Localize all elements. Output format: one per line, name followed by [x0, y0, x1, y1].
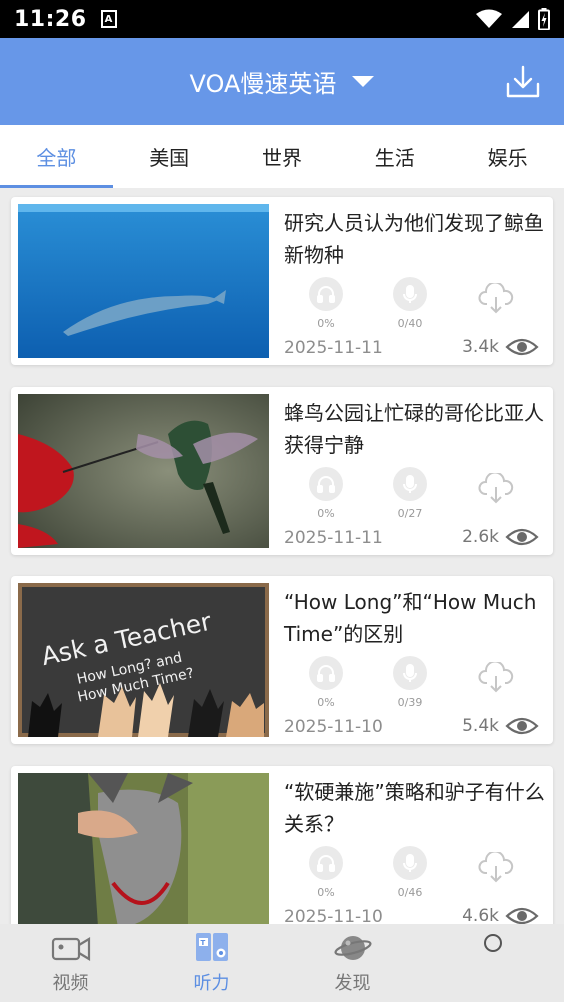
view-count-label: 4.6k: [462, 906, 499, 924]
article-card[interactable]: 研究人员认为他们发现了鲸鱼新物种 0% 0/40 2025-11-11 3.4k: [11, 197, 553, 365]
view-count: 2.6k: [462, 526, 539, 548]
nav-video[interactable]: 视频: [0, 924, 141, 1002]
article-title: “How Long”和“How Much Time”的区别: [284, 590, 537, 646]
signal-icon: [512, 11, 529, 28]
tab-world[interactable]: 世界: [226, 125, 339, 188]
eye-icon: [505, 528, 539, 546]
svg-text:T: T: [200, 939, 205, 947]
cloud-download-icon[interactable]: [478, 662, 514, 694]
tab-entertainment[interactable]: 娱乐: [451, 125, 564, 188]
article-date: 2025-11-11: [284, 338, 383, 358]
article-card[interactable]: “软硬兼施”策略和驴子有什么关系？ 0% 0/46 2025-11-10 4.6…: [11, 766, 553, 924]
article-thumbnail: [18, 394, 269, 548]
home-button-icon[interactable]: [484, 934, 502, 952]
app-header: VOA慢速英语: [0, 38, 564, 125]
category-tabs: 全部 美国 世界 生活 娱乐: [0, 125, 564, 188]
article-title: 研究人员认为他们发现了鲸鱼新物种: [284, 211, 544, 267]
article-date: 2025-11-11: [284, 528, 383, 548]
headphones-icon: [309, 277, 343, 311]
book-icon: T: [194, 931, 230, 965]
cloud-download-icon[interactable]: [478, 283, 514, 315]
view-count-label: 5.4k: [462, 716, 499, 736]
article-title: 蜂鸟公园让忙碌的哥伦比亚人获得宁静: [284, 401, 544, 457]
status-bar: 11:26 A: [0, 0, 564, 38]
word-progress-label: 0/39: [397, 696, 423, 709]
listen-progress: 0%: [296, 467, 356, 520]
status-time: 11:26: [14, 6, 87, 32]
listen-progress: 0%: [296, 277, 356, 330]
planet-icon: [333, 931, 372, 965]
listen-progress: 0%: [296, 656, 356, 709]
article-card[interactable]: 蜂鸟公园让忙碌的哥伦比亚人获得宁静 0% 0/27 2025-11-11 2.6…: [11, 387, 553, 555]
nav-listening[interactable]: T 听力: [141, 924, 282, 1002]
article-thumbnail: [18, 204, 269, 358]
article-thumbnail: [18, 773, 269, 924]
view-count-label: 2.6k: [462, 527, 499, 547]
view-count-label: 3.4k: [462, 337, 499, 357]
video-camera-icon: [51, 931, 91, 965]
cloud-download-icon[interactable]: [478, 852, 514, 884]
listen-progress: 0%: [296, 846, 356, 899]
channel-selector[interactable]: VOA慢速英语: [0, 38, 564, 125]
article-date: 2025-11-10: [284, 717, 383, 737]
bottom-navigation: 视频 T 听力 发现: [0, 924, 564, 1002]
view-count: 3.4k: [462, 336, 539, 358]
tab-usa[interactable]: 美国: [113, 125, 226, 188]
nav-discover[interactable]: 发现: [282, 924, 423, 1002]
nav-discover-label: 发现: [334, 973, 371, 994]
tab-all[interactable]: 全部: [0, 125, 113, 188]
wifi-icon: [476, 9, 502, 28]
listen-progress-label: 0%: [317, 886, 335, 899]
microphone-icon: [393, 277, 427, 311]
word-progress: 0/46: [380, 846, 440, 899]
microphone-icon: [393, 656, 427, 690]
tab-life[interactable]: 生活: [338, 125, 451, 188]
article-card[interactable]: Ask a Teacher How Long? and How Much Tim…: [11, 576, 553, 744]
battery-icon: [538, 8, 550, 30]
word-progress: 0/39: [380, 656, 440, 709]
article-title: “软硬兼施”策略和驴子有什么关系？: [284, 780, 545, 836]
article-date: 2025-11-10: [284, 907, 383, 924]
article-thumbnail: Ask a Teacher How Long? and How Much Tim…: [18, 583, 269, 737]
view-count: 5.4k: [462, 715, 539, 737]
notification-icon: A: [100, 10, 117, 28]
listen-progress-label: 0%: [317, 317, 335, 330]
word-progress-label: 0/46: [397, 886, 423, 899]
microphone-icon: [393, 467, 427, 501]
headphones-icon: [309, 656, 343, 690]
nav-video-label: 视频: [52, 973, 89, 994]
word-progress: 0/40: [380, 277, 440, 330]
cloud-download-icon[interactable]: [478, 473, 514, 505]
nav-listening-label: 听力: [193, 973, 230, 994]
page-title: VOA慢速英语: [189, 70, 337, 98]
listen-progress-label: 0%: [317, 507, 335, 520]
eye-icon: [505, 907, 539, 924]
listen-progress-label: 0%: [317, 696, 335, 709]
eye-icon: [505, 338, 539, 356]
article-list: 研究人员认为他们发现了鲸鱼新物种 0% 0/40 2025-11-11 3.4k: [0, 188, 564, 924]
word-progress: 0/27: [380, 467, 440, 520]
eye-icon: [505, 717, 539, 735]
word-progress-label: 0/40: [397, 317, 423, 330]
microphone-icon: [393, 846, 427, 880]
word-progress-label: 0/27: [397, 507, 423, 520]
download-icon[interactable]: [506, 64, 540, 98]
status-icons: [476, 8, 550, 30]
view-count: 4.6k: [462, 905, 539, 924]
caret-down-icon: [352, 76, 375, 87]
headphones-icon: [309, 846, 343, 880]
headphones-icon: [309, 467, 343, 501]
